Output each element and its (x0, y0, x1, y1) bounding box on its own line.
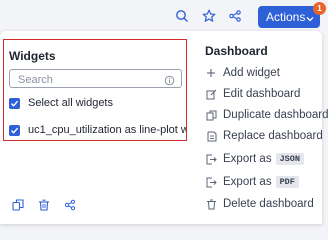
star-icon[interactable] (200, 7, 218, 25)
info-icon (164, 73, 175, 91)
widget-checkbox[interactable] (9, 124, 20, 136)
menu-item-edit-dashboard[interactable]: Edit dashboard (205, 86, 300, 102)
chevron-down-icon (306, 12, 314, 26)
menu-item-add-widget[interactable]: Add widget (205, 65, 280, 81)
select-all-row[interactable]: Select all widgets (9, 97, 113, 109)
menu-item-label: Add widget (223, 67, 280, 79)
widget-label: uc1_cpu_utilization as line-plot wh... (28, 124, 186, 136)
widget-row[interactable]: uc1_cpu_utilization as line-plot wh... (9, 124, 186, 136)
replace-icon (205, 130, 217, 142)
menu-item-label: Duplicate dashboard (223, 109, 328, 121)
edit-icon (205, 88, 217, 100)
menu-item-export-json[interactable]: Export as JSON (205, 151, 304, 167)
format-badge-pdf: PDF (275, 176, 299, 188)
menu-item-export-pdf[interactable]: Export as PDF (205, 174, 299, 190)
menu-item-delete-dashboard[interactable]: Delete dashboard (205, 196, 314, 212)
share-icon[interactable] (226, 7, 244, 25)
menu-item-replace-dashboard[interactable]: Replace dashboard (205, 128, 323, 144)
menu-item-label: Export as (223, 176, 272, 188)
widget-search-input[interactable] (16, 71, 160, 89)
copy-icon (205, 109, 217, 121)
actions-label: Actions (266, 10, 306, 24)
menu-item-label: Delete dashboard (223, 198, 314, 210)
share-icon[interactable] (63, 198, 77, 212)
widgets-section: Widgets Select all widgets uc1_cpu_utili… (3, 39, 187, 141)
copy-icon[interactable] (11, 198, 25, 212)
select-all-checkbox[interactable] (9, 97, 20, 109)
actions-button[interactable]: Actions 1 (258, 2, 326, 28)
actions-dropdown-panel: Widgets Select all widgets uc1_cpu_utili… (0, 31, 328, 224)
search-icon[interactable] (173, 7, 191, 25)
menu-item-label: Edit dashboard (223, 88, 301, 100)
notification-badge: 1 (313, 2, 326, 15)
dashboard-menu-title: Dashboard (205, 44, 268, 58)
menu-item-label: Replace dashboard (223, 130, 323, 142)
export-icon (205, 176, 217, 188)
trash-icon (205, 198, 217, 210)
trash-icon[interactable] (37, 198, 51, 212)
format-badge-json: JSON (275, 153, 304, 165)
widget-search-field[interactable] (9, 69, 182, 91)
widgets-title: Widgets (9, 49, 56, 63)
plus-icon (205, 67, 217, 79)
select-all-label: Select all widgets (28, 97, 113, 109)
menu-item-label: Export as (223, 153, 272, 165)
export-icon (205, 153, 217, 165)
menu-item-duplicate-dashboard[interactable]: Duplicate dashboard (205, 107, 328, 123)
